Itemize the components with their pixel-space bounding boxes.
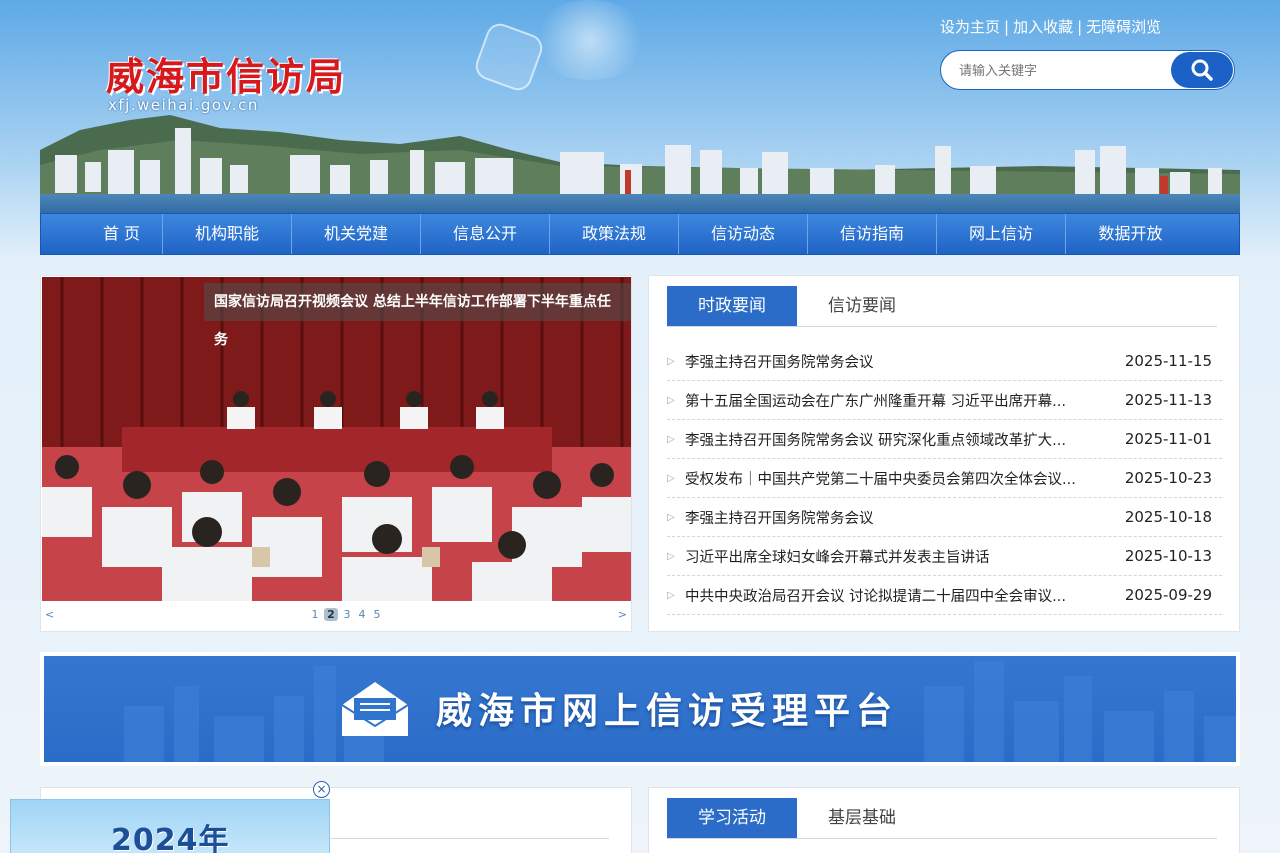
floating-ad[interactable]: 2024年: [10, 799, 330, 853]
banner-title: 威海市网上信访受理平台: [436, 691, 899, 732]
close-icon[interactable]: ×: [313, 781, 330, 798]
triangle-bullet-icon: ▷: [667, 355, 675, 367]
news-date: 2025-10-23: [1124, 469, 1212, 487]
search-box: [940, 50, 1235, 90]
nav-petition-guide[interactable]: 信访指南: [808, 214, 937, 254]
news-title[interactable]: 李强主持召开国务院常务会议 研究深化重点领域改革扩大...: [685, 429, 1105, 450]
triangle-bullet-icon: ▷: [667, 550, 675, 562]
meeting-photo: [42, 277, 631, 601]
activity-tabbar: 学习活动 基层基础: [667, 798, 1217, 839]
envelope-icon: [341, 682, 409, 736]
main-nav: 首 页 机构职能 机关党建 信息公开 政策法规 信访动态 信访指南 网上信访 数…: [40, 213, 1240, 255]
triangle-bullet-icon: ▷: [667, 472, 675, 484]
slide-page-2[interactable]: 2: [324, 608, 338, 621]
slide-page-list: 1 2 3 4 5: [309, 608, 383, 621]
news-item[interactable]: ▷ 李强主持召开国务院常务会议 2025-11-15: [667, 342, 1222, 381]
triangle-bullet-icon: ▷: [667, 589, 675, 601]
nav-party-building[interactable]: 机关党建: [292, 214, 421, 254]
triangle-bullet-icon: ▷: [667, 433, 675, 445]
news-title[interactable]: 中共中央政治局召开会议 讨论拟提请二十届四中全会审议...: [685, 585, 1105, 606]
prev-slide-button[interactable]: <: [45, 608, 54, 621]
city-skyline-image: [40, 115, 1240, 214]
news-tabbar: 时政要闻 信访要闻: [667, 286, 1217, 327]
next-slide-button[interactable]: >: [618, 608, 627, 621]
news-item[interactable]: ▷ 李强主持召开国务院常务会议 2025-10-18: [667, 498, 1222, 537]
separator: |: [1077, 18, 1083, 36]
tab-grassroots[interactable]: 基层基础: [797, 798, 927, 838]
news-title[interactable]: 李强主持召开国务院常务会议: [685, 507, 1105, 528]
news-item[interactable]: ▷ 受权发布｜中国共产党第二十届中央委员会第四次全体会议... 2025-10-23: [667, 459, 1222, 498]
news-date: 2025-11-13: [1124, 391, 1212, 409]
news-title[interactable]: 李强主持召开国务院常务会议: [685, 351, 1105, 372]
header: 威海市信访局 xfj.weihai.gov.cn 设为主页 | 加入收藏 | 无障碍浏览: [0, 0, 1280, 215]
nav-policy[interactable]: 政策法规: [550, 214, 679, 254]
slide-page-4[interactable]: 4: [356, 608, 368, 621]
slide-page-1[interactable]: 1: [309, 608, 321, 621]
news-date: 2025-10-18: [1124, 508, 1212, 526]
nav-info-disclosure[interactable]: 信息公开: [421, 214, 550, 254]
tab-current-affairs[interactable]: 时政要闻: [667, 286, 797, 326]
search-input[interactable]: [959, 61, 1159, 81]
tab-petition-news[interactable]: 信访要闻: [797, 286, 927, 326]
news-date: 2025-09-29: [1124, 586, 1212, 604]
slide-page-5[interactable]: 5: [371, 608, 383, 621]
online-petition-banner[interactable]: 威海市网上信访受理平台: [40, 652, 1240, 766]
slide-image[interactable]: 国家信访局召开视频会议 总结上半年信访工作部署下半年重点任务: [42, 277, 631, 601]
photo-slider: 国家信访局召开视频会议 总结上半年信访工作部署下半年重点任务 < 1 2 3 4…: [40, 275, 632, 632]
nav-organization[interactable]: 机构职能: [163, 214, 292, 254]
tab-study-activities[interactable]: 学习活动: [667, 798, 797, 838]
slide-caption[interactable]: 国家信访局召开视频会议 总结上半年信访工作部署下半年重点任务: [204, 283, 631, 348]
news-date: 2025-10-13: [1124, 547, 1212, 565]
news-item[interactable]: ▷ 中共中央政治局召开会议 讨论拟提请二十届四中全会审议... 2025-09-29: [667, 576, 1222, 615]
slider-pager: < 1 2 3 4 5 >: [41, 608, 631, 628]
separator: |: [1004, 18, 1010, 36]
add-favorite-link[interactable]: 加入收藏: [1013, 18, 1073, 36]
nav-home[interactable]: 首 页: [81, 214, 163, 254]
news-title[interactable]: 第十五届全国运动会在广东广州隆重开幕 习近平出席开幕...: [685, 390, 1105, 411]
news-date: 2025-11-15: [1124, 352, 1212, 370]
ad-year-text: 2024年: [111, 823, 230, 853]
nav-online-petition[interactable]: 网上信访: [937, 214, 1066, 254]
top-links: 设为主页 | 加入收藏 | 无障碍浏览: [940, 16, 1161, 37]
nav-open-data[interactable]: 数据开放: [1066, 214, 1195, 254]
news-title[interactable]: 习近平出席全球妇女峰会开幕式并发表主旨讲话: [685, 546, 1105, 567]
news-item[interactable]: ▷ 李强主持召开国务院常务会议 研究深化重点领域改革扩大... 2025-11-01: [667, 420, 1222, 459]
lower-right-panel: 学习活动 基层基础: [648, 787, 1240, 853]
slide-page-3[interactable]: 3: [341, 608, 353, 621]
site-title[interactable]: 威海市信访局: [106, 46, 346, 101]
sky-glow-decoration: [530, 0, 650, 80]
news-item[interactable]: ▷ 第十五届全国运动会在广东广州隆重开幕 习近平出席开幕... 2025-11-13: [667, 381, 1222, 420]
triangle-bullet-icon: ▷: [667, 394, 675, 406]
news-list: ▷ 李强主持召开国务院常务会议 2025-11-15 ▷ 第十五届全国运动会在广东广州…: [667, 342, 1222, 615]
accessibility-link[interactable]: 无障碍浏览: [1086, 18, 1161, 36]
nav-petition-news[interactable]: 信访动态: [679, 214, 808, 254]
search-icon: [1191, 59, 1213, 81]
news-item[interactable]: ▷ 习近平出席全球妇女峰会开幕式并发表主旨讲话 2025-10-13: [667, 537, 1222, 576]
search-button[interactable]: [1171, 52, 1233, 88]
news-panel: 时政要闻 信访要闻 ▷ 李强主持召开国务院常务会议 2025-11-15 ▷ 第十五届…: [648, 275, 1240, 632]
news-date: 2025-11-01: [1124, 430, 1212, 448]
set-homepage-link[interactable]: 设为主页: [940, 18, 1000, 36]
news-title[interactable]: 受权发布｜中国共产党第二十届中央委员会第四次全体会议...: [685, 468, 1105, 489]
triangle-bullet-icon: ▷: [667, 511, 675, 523]
